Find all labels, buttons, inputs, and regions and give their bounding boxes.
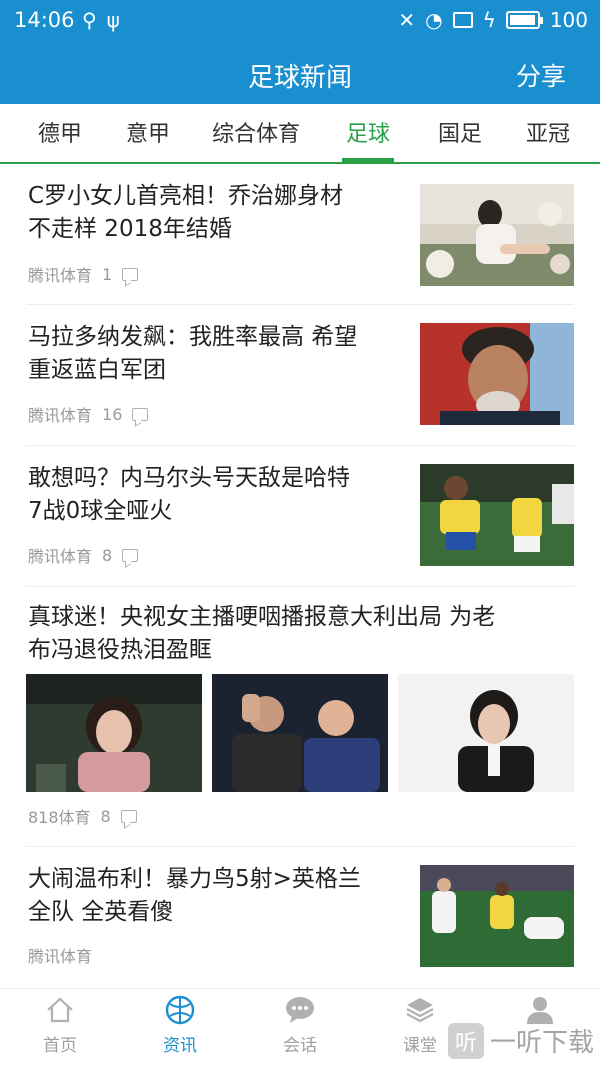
nav-news[interactable]: 资讯 [135,993,225,1056]
tab-general-sports[interactable]: 综合体育 [212,116,300,148]
comment-icon [122,548,139,562]
nav-chat[interactable]: 会话 [255,993,345,1056]
watermark-text: 一听下载 [489,1028,594,1058]
news-thumbnail [420,464,574,566]
news-meta: 腾讯体育 16 [28,402,149,426]
share-button[interactable]: 分享 [516,57,566,93]
battery-icon [505,11,543,29]
nav-label: 会话 [283,1036,317,1056]
usb-icon: ψ [106,8,120,32]
app-header: 足球新闻 分享 [0,40,600,104]
news-source: 腾讯体育 [28,266,93,285]
page-title: 足球新闻 [247,63,352,93]
battery-level: 100 [549,8,588,32]
comment-count: 8 [102,545,113,565]
tab-national-team[interactable]: 国足 [438,116,482,148]
news-source: 腾讯体育 [28,406,93,425]
chat-icon [255,993,345,1027]
comment-icon [120,809,137,823]
news-thumbnail [420,323,574,425]
tab-serie-a[interactable]: 意甲 [126,116,170,148]
nav-label: 首页 [43,1036,77,1056]
news-thumbnail [420,865,574,967]
watermark: 听 一听下载 [447,1022,594,1059]
nav-label: 资讯 [163,1036,197,1056]
category-tabs: 德甲 意甲 综合体育 足球 国足 亚冠 [0,104,600,164]
mute-icon: ✕ [398,8,416,32]
charging-icon: ϟ [482,8,496,32]
news-thumbnail [26,674,202,792]
home-icon [15,993,105,1027]
comment-count: 1 [102,264,113,284]
status-bar: 14:06 ⚲ ψ ✕ ◔ ϟ 100 [0,0,600,40]
comment-icon [122,267,139,281]
news-item[interactable]: 马拉多纳发飙：我胜率最高 希望 重返蓝白军团 腾讯体育 16 [0,305,600,445]
news-thumbnail [420,184,574,286]
watermark-logo: 听 [447,1022,484,1059]
news-item[interactable]: 敢想吗？内马尔头号天敌是哈特 7战0球全哑火 腾讯体育 8 [0,446,600,586]
bottom-navigation: 首页 资讯 会话 课堂 听 一听下载 [0,988,600,1067]
news-headline: 真球迷！央视女主播哽咽播报意大利出局 为老 布冯退役热泪盈眶 [28,604,496,663]
wifi-icon: ◔ [425,8,443,32]
news-headline: 马拉多纳发飙：我胜率最高 希望 重返蓝白军团 [28,324,358,383]
news-meta: 腾讯体育 [28,943,92,967]
news-headline: 大闹温布利！暴力鸟5射>英格兰 全队 全英看傻 [28,866,361,925]
news-source: 腾讯体育 [28,547,93,566]
ball-icon [135,993,225,1027]
news-source: 腾讯体育 [28,947,93,966]
news-thumbnail [212,674,388,792]
screen-icon [452,12,473,28]
share-network-icon: ⚲ [82,8,97,32]
comment-count: 8 [100,806,111,826]
news-headline: 敢想吗？内马尔头号天敌是哈特 7战0球全哑火 [28,465,350,524]
nav-home[interactable]: 首页 [15,993,105,1056]
news-thumbnail [398,674,574,792]
tab-afc-champions[interactable]: 亚冠 [526,116,570,148]
news-item[interactable]: 真球迷！央视女主播哽咽播报意大利出局 为老 布冯退役热泪盈眶 [0,587,600,827]
status-time: 14:06 [14,8,75,32]
comment-icon [132,407,149,421]
tab-bundesliga[interactable]: 德甲 [38,116,82,148]
news-item[interactable]: 大闹温布利！暴力鸟5射>英格兰 全队 全英看傻 腾讯体育 [0,847,600,987]
news-source: 818体育 [28,808,91,827]
news-meta: 818体育 8 [28,804,137,828]
tab-football[interactable]: 足球 [341,116,395,162]
comment-count: 16 [102,404,123,424]
news-meta: 腾讯体育 8 [28,543,139,567]
news-item[interactable]: C罗小女儿首亮相！乔治娜身材 不走样 2018年结婚 腾讯体育 1 [0,166,600,304]
news-meta: 腾讯体育 1 [28,262,139,286]
news-headline: C罗小女儿首亮相！乔治娜身材 不走样 2018年结婚 [28,183,344,242]
